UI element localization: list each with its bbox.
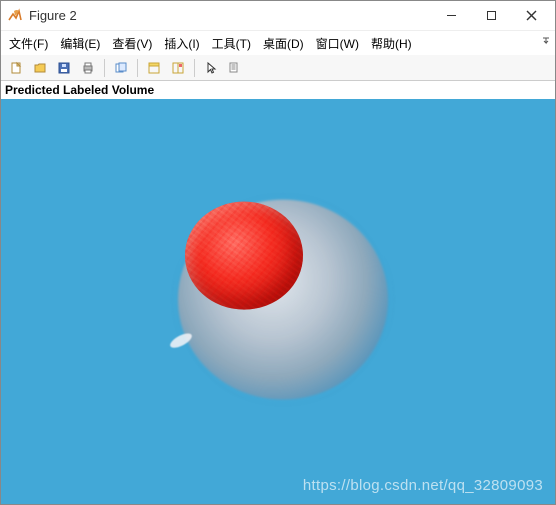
toolbar-separator (104, 59, 105, 77)
toolbar-separator (137, 59, 138, 77)
save-icon[interactable] (53, 58, 75, 78)
window-title: Figure 2 (29, 8, 431, 23)
menu-view[interactable]: 查看(V) (106, 32, 158, 55)
axes-title: Predicted Labeled Volume (1, 81, 555, 99)
window-controls (431, 1, 551, 31)
matlab-app-icon (7, 8, 23, 24)
figure-axes[interactable]: https://blog.csdn.net/qq_32809093 (1, 99, 555, 504)
volume-render (163, 187, 393, 407)
menu-desktop[interactable]: 桌面(D) (257, 32, 310, 55)
watermark-text: https://blog.csdn.net/qq_32809093 (303, 477, 543, 494)
menu-bar: 文件(F) 编辑(E) 查看(V) 插入(I) 工具(T) 桌面(D) 窗口(W… (1, 31, 555, 55)
figure-toolbar (1, 55, 555, 81)
open-folder-icon[interactable] (29, 58, 51, 78)
minimize-button[interactable] (431, 1, 471, 31)
toolbar-separator (194, 59, 195, 77)
volume-region-label (185, 201, 303, 309)
close-button[interactable] (511, 1, 551, 31)
menu-help[interactable]: 帮助(H) (365, 32, 418, 55)
layout-icon[interactable] (167, 58, 189, 78)
print-icon[interactable] (77, 58, 99, 78)
dock-icon[interactable] (143, 58, 165, 78)
pointer-icon[interactable] (200, 58, 222, 78)
menu-edit[interactable]: 编辑(E) (54, 32, 106, 55)
menu-overflow-icon[interactable] (541, 35, 551, 49)
copy-figure-icon[interactable] (110, 58, 132, 78)
maximize-button[interactable] (471, 1, 511, 31)
new-file-icon[interactable] (5, 58, 27, 78)
menu-window[interactable]: 窗口(W) (310, 32, 365, 55)
window-titlebar: Figure 2 (1, 1, 555, 31)
menu-insert[interactable]: 插入(I) (158, 32, 205, 55)
menu-file[interactable]: 文件(F) (3, 32, 54, 55)
inspect-icon[interactable] (224, 58, 246, 78)
menu-tools[interactable]: 工具(T) (206, 32, 257, 55)
